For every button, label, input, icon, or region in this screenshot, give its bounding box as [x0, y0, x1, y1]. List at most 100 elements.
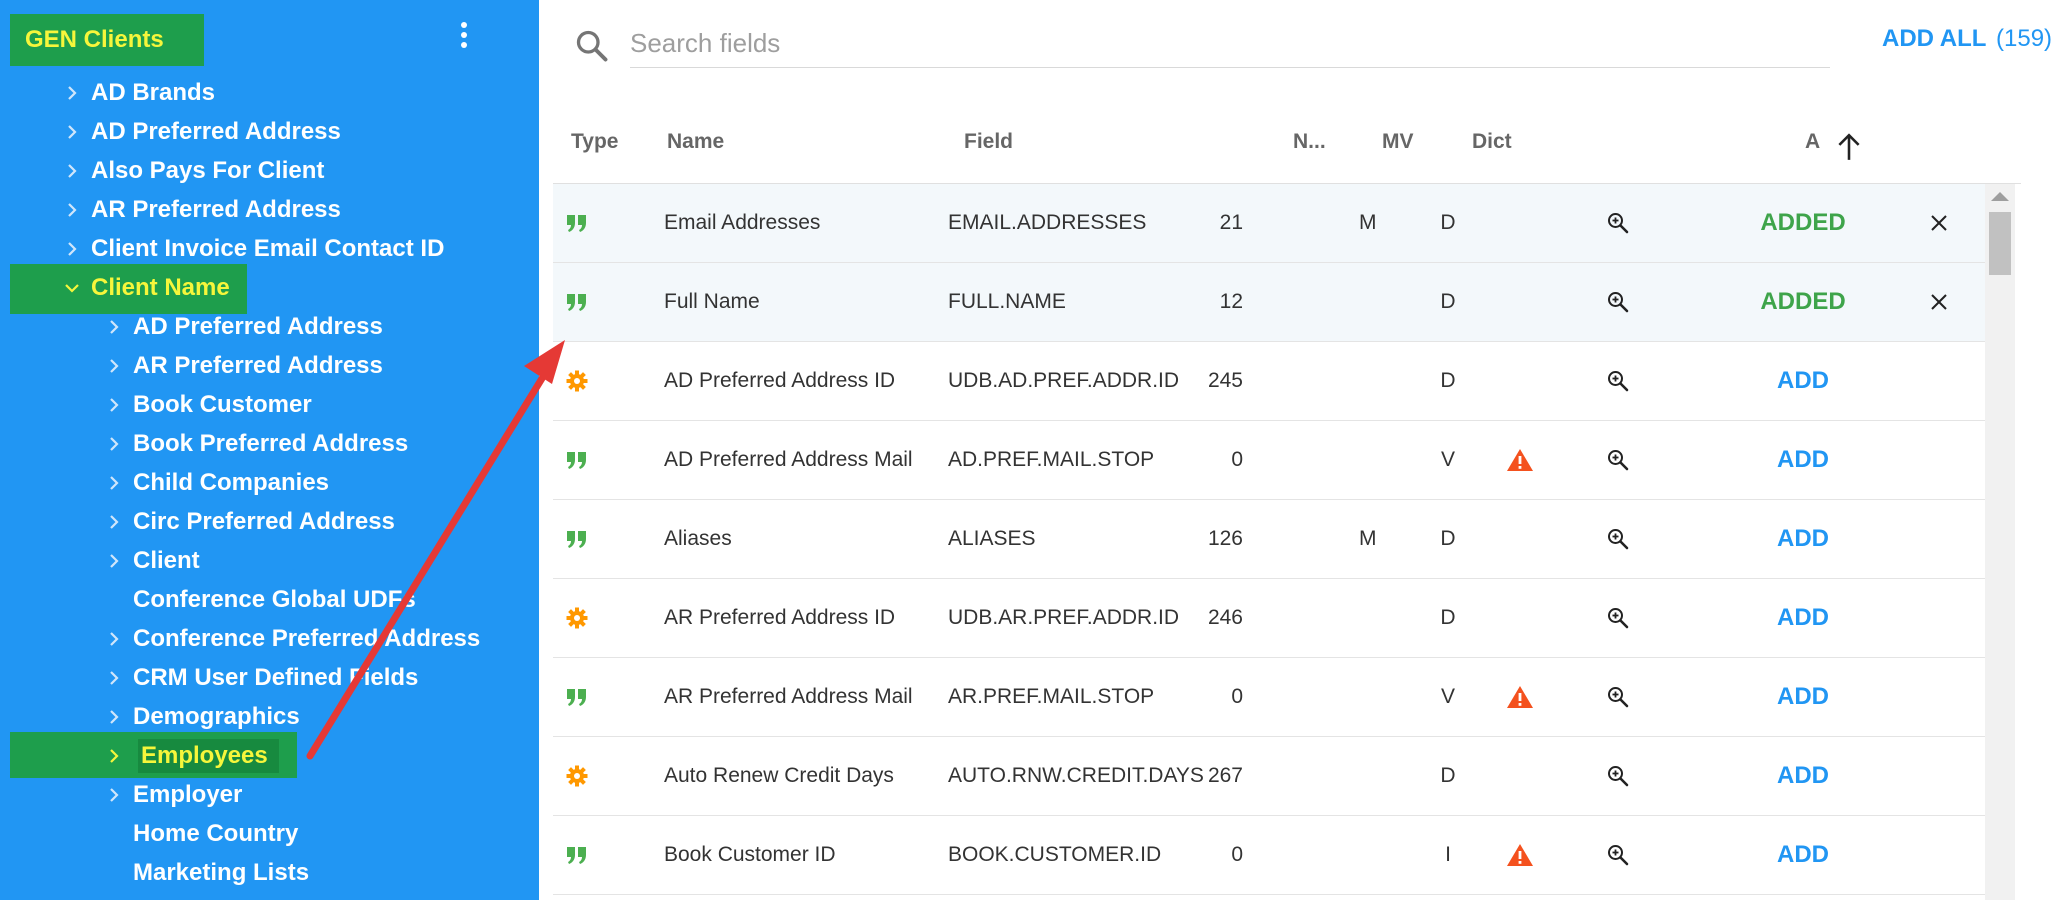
- table-row: AR Preferred Address ID UDB.AR.PREF.ADDR.…: [553, 579, 1998, 658]
- tree-item-home-country[interactable]: Home Country: [106, 816, 298, 852]
- column-header-n[interactable]: N...: [1293, 130, 1326, 154]
- tree-item-crm-user-defined-fields[interactable]: CRM User Defined Fields: [106, 660, 418, 696]
- tree-item-employees[interactable]: Employees: [106, 738, 268, 774]
- tree-item-ad-preferred-address[interactable]: AD Preferred Address: [106, 309, 383, 345]
- field-dict: V: [1440, 448, 1455, 471]
- chevron-right-icon[interactable]: [64, 82, 80, 104]
- tree-item-demographics[interactable]: Demographics: [106, 699, 300, 735]
- tree-item-also-pays-for-client[interactable]: Also Pays For Client: [64, 153, 324, 189]
- add-button[interactable]: ADD: [1733, 737, 1873, 815]
- add-button[interactable]: ADD: [1733, 421, 1873, 499]
- fields-table: Email Addresses EMAIL.ADDRESSES 21 M D ADDED F…: [553, 184, 1998, 895]
- add-all-button[interactable]: ADD ALL: [1882, 25, 1986, 53]
- zoom-in-icon[interactable]: [1603, 579, 1633, 657]
- tree-item-ad-brands[interactable]: AD Brands: [64, 75, 215, 111]
- field-name: Full Name: [664, 290, 760, 313]
- zoom-in-icon[interactable]: [1603, 500, 1633, 578]
- tree-item-conference-global-udfs[interactable]: Conference Global UDFs: [106, 582, 416, 618]
- tree-item-circ-preferred-address[interactable]: Circ Preferred Address: [106, 504, 395, 540]
- tree-item-client[interactable]: Client: [106, 543, 200, 579]
- arrow-up-icon[interactable]: [1836, 132, 1862, 162]
- zoom-in-icon[interactable]: [1603, 737, 1633, 815]
- tree-item-label: Employees: [141, 742, 268, 769]
- zoom-in-icon[interactable]: [1603, 342, 1633, 420]
- zoom-in-icon[interactable]: [1603, 184, 1633, 262]
- scroll-up-arrow[interactable]: [1991, 192, 2009, 201]
- tree-item-ad-preferred-address[interactable]: AD Preferred Address: [64, 114, 341, 150]
- scrollbar-thumb[interactable]: [1989, 212, 2011, 275]
- zoom-in-icon[interactable]: [1603, 421, 1633, 499]
- chevron-right-icon[interactable]: [106, 628, 122, 650]
- zoom-in-icon[interactable]: [1603, 816, 1633, 894]
- field-name: Book Customer ID: [664, 843, 836, 866]
- tree-item-label: Demographics: [133, 703, 300, 730]
- tree-root-label[interactable]: GEN Clients: [25, 26, 164, 54]
- field-name: AR Preferred Address ID: [664, 606, 896, 629]
- field-id: UDB.AD.PREF.ADDR.ID: [948, 369, 1180, 392]
- scrollbar[interactable]: [1985, 184, 2015, 900]
- add-button[interactable]: ADD: [1733, 579, 1873, 657]
- chevron-right-icon[interactable]: [64, 199, 80, 221]
- chevron-right-icon[interactable]: [106, 433, 122, 455]
- add-button[interactable]: ADD: [1733, 816, 1873, 894]
- search-input[interactable]: [630, 20, 1830, 68]
- table-row: Full Name FULL.NAME 12 D ADDED: [553, 263, 1998, 342]
- add-button[interactable]: ADD: [1733, 658, 1873, 736]
- chevron-right-icon[interactable]: [64, 238, 80, 260]
- column-header-a[interactable]: A: [1805, 130, 1823, 154]
- tree-item-book-customer[interactable]: Book Customer: [106, 387, 312, 423]
- zoom-in-icon[interactable]: [1603, 658, 1633, 736]
- tree-item-label: AD Preferred Address: [91, 118, 341, 145]
- column-header-field[interactable]: Field: [964, 130, 1013, 154]
- tree-item-marketing-lists[interactable]: Marketing Lists: [106, 855, 309, 891]
- column-header-type[interactable]: Type: [571, 130, 618, 154]
- column-header-name[interactable]: Name: [667, 130, 724, 154]
- table-row: AR Preferred Address Mail AR.PREF.MAIL.ST…: [553, 658, 1998, 737]
- chevron-down-icon[interactable]: [64, 277, 80, 299]
- tree-item-client-name[interactable]: Client Name: [64, 270, 230, 306]
- chevron-right-icon[interactable]: [106, 550, 122, 572]
- gear-icon: [566, 579, 596, 657]
- chevron-right-icon[interactable]: [106, 472, 122, 494]
- table-row: AD Preferred Address ID UDB.AD.PREF.ADDR.…: [553, 342, 1998, 421]
- close-icon[interactable]: [1924, 184, 1954, 262]
- chevron-right-icon[interactable]: [64, 121, 80, 143]
- zoom-in-icon[interactable]: [1603, 263, 1633, 341]
- tree-item-employer[interactable]: Employer: [106, 777, 242, 813]
- sidebar: GEN Clients AD Brands AD Preferred Addres…: [0, 0, 539, 900]
- field-name: AD Preferred Address Mail: [664, 448, 913, 471]
- table-row: Aliases ALIASES 126 M D ADD: [553, 500, 1998, 579]
- more-vert-icon[interactable]: [456, 22, 472, 56]
- field-dict: D: [1440, 369, 1456, 392]
- chevron-right-icon[interactable]: [106, 667, 122, 689]
- tree-item-conference-preferred-address[interactable]: Conference Preferred Address: [106, 621, 480, 657]
- chevron-right-icon[interactable]: [106, 706, 122, 728]
- chevron-right-icon[interactable]: [106, 745, 122, 767]
- column-header-dict[interactable]: Dict: [1472, 130, 1512, 154]
- tree-item-label: Client Invoice Email Contact ID: [91, 235, 445, 262]
- chevron-right-icon[interactable]: [106, 355, 122, 377]
- add-button[interactable]: ADD: [1733, 342, 1873, 420]
- field-dict: D: [1440, 527, 1456, 550]
- tree-item-ar-preferred-address[interactable]: AR Preferred Address: [106, 348, 383, 384]
- chevron-right-icon[interactable]: [64, 160, 80, 182]
- field-number: 21: [1219, 211, 1243, 234]
- tree-item-child-companies[interactable]: Child Companies: [106, 465, 329, 501]
- chevron-right-icon[interactable]: [106, 784, 122, 806]
- tree-item-book-preferred-address[interactable]: Book Preferred Address: [106, 426, 408, 462]
- chevron-right-icon[interactable]: [106, 316, 122, 338]
- tree-item-label: AR Preferred Address: [91, 196, 341, 223]
- field-name: AR Preferred Address Mail: [664, 685, 913, 708]
- warning-icon: [1505, 658, 1535, 736]
- gear-icon: [566, 342, 596, 420]
- tree-item-ar-preferred-address[interactable]: AR Preferred Address: [64, 192, 341, 228]
- column-header-mv[interactable]: MV: [1382, 130, 1414, 154]
- close-icon[interactable]: [1924, 263, 1954, 341]
- chevron-right-icon[interactable]: [106, 511, 122, 533]
- add-button[interactable]: ADD: [1733, 500, 1873, 578]
- field-id: FULL.NAME: [948, 290, 1066, 313]
- chevron-right-icon[interactable]: [106, 394, 122, 416]
- tree-item-client-invoice-email-contact-id[interactable]: Client Invoice Email Contact ID: [64, 231, 444, 267]
- tree-item-label: AD Preferred Address: [133, 313, 383, 340]
